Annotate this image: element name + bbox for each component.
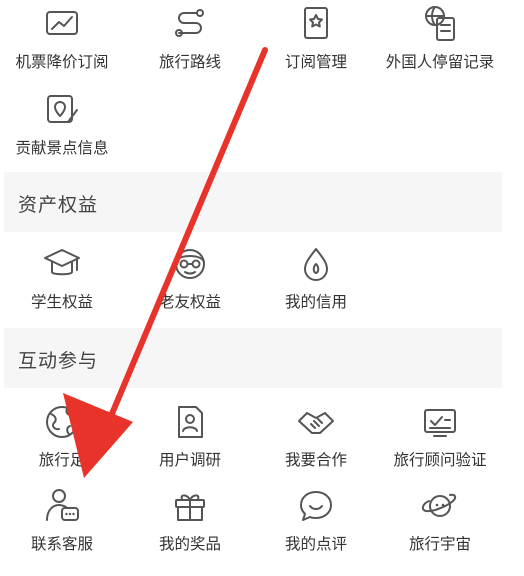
menu-item-subscription-manage[interactable]: 订阅管理 — [254, 2, 378, 86]
menu-item-label: 贡献景点信息 — [15, 139, 109, 157]
menu-item-student-benefits[interactable]: 学生权益 — [0, 242, 124, 326]
menu-item-advisor-verification[interactable]: 旅行顾问验证 — [378, 400, 502, 484]
handshake-icon — [294, 400, 338, 444]
menu-item-label: 我的信用 — [284, 293, 347, 311]
location-edit-icon — [40, 88, 84, 132]
price-trend-icon — [40, 2, 84, 46]
review-bubble-icon — [294, 484, 338, 528]
verified-card-icon — [418, 400, 462, 444]
globe-document-icon — [418, 2, 462, 46]
globe-footprint-icon — [40, 400, 84, 444]
menu-item-my-reviews[interactable]: 我的点评 — [254, 484, 378, 568]
menu-item-cooperation[interactable]: 我要合作 — [254, 400, 378, 484]
menu-item-label: 旅行路线 — [158, 53, 221, 71]
menu-item-label: 外国人停留记录 — [385, 53, 495, 71]
menu-item-label: 用户调研 — [158, 451, 221, 469]
menu-item-travel-universe[interactable]: 旅行宇宙 — [378, 484, 502, 568]
menu-item-user-survey[interactable]: 用户调研 — [128, 400, 252, 484]
menu-item-label: 学生权益 — [30, 293, 93, 311]
graduation-cap-icon — [40, 242, 84, 286]
menu-item-my-prizes[interactable]: 我的奖品 — [128, 484, 252, 568]
menu-item-contribute-attraction[interactable]: 贡献景点信息 — [0, 88, 124, 172]
section-header-interaction: 互动参与 — [4, 328, 502, 388]
bookmark-star-icon — [294, 2, 338, 46]
menu-item-label: 老友权益 — [158, 293, 221, 311]
menu-item-label: 我的奖品 — [158, 535, 221, 553]
route-icon — [168, 2, 212, 46]
menu-item-label: 旅行顾问验证 — [393, 451, 487, 469]
menu-item-label: 我要合作 — [284, 451, 347, 469]
menu-item-travel-route[interactable]: 旅行路线 — [128, 2, 252, 86]
menu-item-customer-service[interactable]: 联系客服 — [0, 484, 124, 568]
menu-item-travel-footprint[interactable]: 旅行足 — [0, 400, 124, 484]
menu-item-label: 旅行足 — [38, 451, 86, 469]
section-header-assets: 资产权益 — [4, 172, 502, 232]
section-title: 互动参与 — [18, 350, 99, 372]
customer-service-icon — [40, 484, 84, 528]
menu-item-flight-price-alert[interactable]: 机票降价订阅 — [0, 2, 124, 86]
menu-item-label: 订阅管理 — [284, 53, 347, 71]
menu-item-senior-benefits[interactable]: 老友权益 — [128, 242, 252, 326]
menu-item-my-credit[interactable]: 我的信用 — [254, 242, 378, 326]
planet-icon — [418, 484, 462, 528]
elder-face-icon — [168, 242, 212, 286]
menu-item-label: 机票降价订阅 — [15, 53, 109, 71]
menu-item-label: 联系客服 — [30, 535, 93, 553]
menu-item-label: 我的点评 — [284, 535, 347, 553]
menu-item-label: 旅行宇宙 — [408, 535, 471, 553]
credit-drop-icon — [294, 242, 338, 286]
section-title: 资产权益 — [18, 194, 99, 216]
gift-icon — [168, 484, 212, 528]
menu-item-foreigner-stay-record[interactable]: 外国人停留记录 — [378, 2, 502, 86]
survey-icon — [168, 400, 212, 444]
